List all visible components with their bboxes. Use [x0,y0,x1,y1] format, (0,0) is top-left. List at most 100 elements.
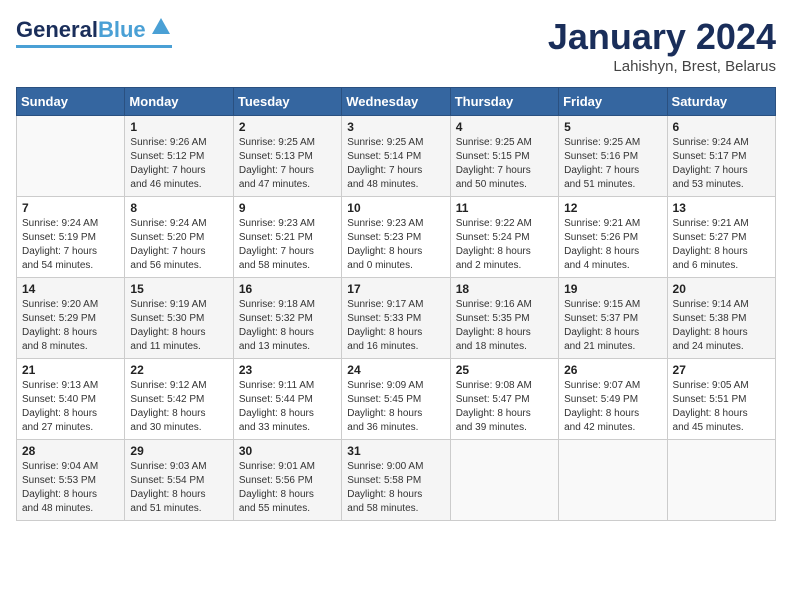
day-number: 17 [347,282,444,296]
day-info: Sunrise: 9:24 AM Sunset: 5:19 PM Dayligh… [22,217,119,273]
day-number: 19 [564,282,661,296]
weekday-header-thursday: Thursday [450,88,558,116]
day-info: Sunrise: 9:11 AM Sunset: 5:44 PM Dayligh… [239,379,336,435]
day-info: Sunrise: 9:00 AM Sunset: 5:58 PM Dayligh… [347,460,444,516]
day-info: Sunrise: 9:14 AM Sunset: 5:38 PM Dayligh… [673,298,770,354]
calendar-cell: 23Sunrise: 9:11 AM Sunset: 5:44 PM Dayli… [233,359,341,440]
weekday-header-sunday: Sunday [17,88,125,116]
calendar-cell: 27Sunrise: 9:05 AM Sunset: 5:51 PM Dayli… [667,359,775,440]
day-info: Sunrise: 9:22 AM Sunset: 5:24 PM Dayligh… [456,217,553,273]
calendar-week-1: 1Sunrise: 9:26 AM Sunset: 5:12 PM Daylig… [17,116,776,197]
calendar-cell: 2Sunrise: 9:25 AM Sunset: 5:13 PM Daylig… [233,116,341,197]
calendar-cell: 28Sunrise: 9:04 AM Sunset: 5:53 PM Dayli… [17,440,125,521]
day-info: Sunrise: 9:08 AM Sunset: 5:47 PM Dayligh… [456,379,553,435]
calendar-cell: 30Sunrise: 9:01 AM Sunset: 5:56 PM Dayli… [233,440,341,521]
day-info: Sunrise: 9:23 AM Sunset: 5:23 PM Dayligh… [347,217,444,273]
day-info: Sunrise: 9:21 AM Sunset: 5:27 PM Dayligh… [673,217,770,273]
day-number: 11 [456,201,553,215]
day-number: 3 [347,120,444,134]
day-info: Sunrise: 9:25 AM Sunset: 5:16 PM Dayligh… [564,136,661,192]
day-info: Sunrise: 9:24 AM Sunset: 5:20 PM Dayligh… [130,217,227,273]
day-info: Sunrise: 9:07 AM Sunset: 5:49 PM Dayligh… [564,379,661,435]
weekday-header-friday: Friday [559,88,667,116]
day-number: 27 [673,363,770,377]
day-number: 21 [22,363,119,377]
day-info: Sunrise: 9:13 AM Sunset: 5:40 PM Dayligh… [22,379,119,435]
day-number: 7 [22,201,119,215]
day-info: Sunrise: 9:17 AM Sunset: 5:33 PM Dayligh… [347,298,444,354]
weekday-header-saturday: Saturday [667,88,775,116]
calendar-cell: 26 Sunrise: 9:07 AM Sunset: 5:49 PM Dayli… [559,359,667,440]
calendar-week-5: 28Sunrise: 9:04 AM Sunset: 5:53 PM Dayli… [17,440,776,521]
calendar-week-3: 14 Sunrise: 9:20 AM Sunset: 5:29 PM Dayli… [17,278,776,359]
calendar-cell: 17 Sunrise: 9:17 AM Sunset: 5:33 PM Dayli… [342,278,450,359]
calendar-week-2: 7 Sunrise: 9:24 AM Sunset: 5:19 PM Daylig… [17,197,776,278]
day-info: Sunrise: 9:09 AM Sunset: 5:45 PM Dayligh… [347,379,444,435]
weekday-header-monday: Monday [125,88,233,116]
title-area: January 2024 Lahishyn, Brest, Belarus [548,16,776,75]
calendar-cell: 6 Sunrise: 9:24 AM Sunset: 5:17 PM Daylig… [667,116,775,197]
calendar-cell: 12 Sunrise: 9:21 AM Sunset: 5:26 PM Dayli… [559,197,667,278]
calendar-cell: 18 Sunrise: 9:16 AM Sunset: 5:35 PM Dayli… [450,278,558,359]
day-info: Sunrise: 9:26 AM Sunset: 5:12 PM Dayligh… [130,136,227,192]
day-info: Sunrise: 9:12 AM Sunset: 5:42 PM Dayligh… [130,379,227,435]
day-number: 29 [130,444,227,458]
day-info: Sunrise: 9:20 AM Sunset: 5:29 PM Dayligh… [22,298,119,354]
day-number: 12 [564,201,661,215]
calendar-cell [17,116,125,197]
calendar-cell: 22 Sunrise: 9:12 AM Sunset: 5:42 PM Dayli… [125,359,233,440]
day-number: 31 [347,444,444,458]
day-number: 22 [130,363,227,377]
day-number: 6 [673,120,770,134]
day-number: 15 [130,282,227,296]
calendar-cell: 20 Sunrise: 9:14 AM Sunset: 5:38 PM Dayli… [667,278,775,359]
day-number: 26 [564,363,661,377]
day-info: Sunrise: 9:23 AM Sunset: 5:21 PM Dayligh… [239,217,336,273]
calendar-table: SundayMondayTuesdayWednesdayThursdayFrid… [16,87,776,521]
day-number: 8 [130,201,227,215]
calendar-cell: 13Sunrise: 9:21 AM Sunset: 5:27 PM Dayli… [667,197,775,278]
day-number: 14 [22,282,119,296]
calendar-cell: 24 Sunrise: 9:09 AM Sunset: 5:45 PM Dayli… [342,359,450,440]
calendar-cell: 8 Sunrise: 9:24 AM Sunset: 5:20 PM Daylig… [125,197,233,278]
day-number: 24 [347,363,444,377]
day-number: 18 [456,282,553,296]
day-info: Sunrise: 9:25 AM Sunset: 5:14 PM Dayligh… [347,136,444,192]
day-info: Sunrise: 9:15 AM Sunset: 5:37 PM Dayligh… [564,298,661,354]
calendar-cell: 15 Sunrise: 9:19 AM Sunset: 5:30 PM Dayli… [125,278,233,359]
month-title: January 2024 [548,16,776,58]
logo-underline [16,45,172,48]
calendar-cell: 14 Sunrise: 9:20 AM Sunset: 5:29 PM Dayli… [17,278,125,359]
logo: General Blue [16,16,172,48]
calendar-cell [667,440,775,521]
location-label: Lahishyn, Brest, Belarus [548,58,776,75]
day-number: 5 [564,120,661,134]
day-info: Sunrise: 9:24 AM Sunset: 5:17 PM Dayligh… [673,136,770,192]
calendar-cell: 9Sunrise: 9:23 AM Sunset: 5:21 PM Daylig… [233,197,341,278]
logo-icon [150,16,172,43]
day-info: Sunrise: 9:03 AM Sunset: 5:54 PM Dayligh… [130,460,227,516]
day-number: 20 [673,282,770,296]
calendar-cell: 11 Sunrise: 9:22 AM Sunset: 5:24 PM Dayli… [450,197,558,278]
calendar-cell: 16Sunrise: 9:18 AM Sunset: 5:32 PM Dayli… [233,278,341,359]
calendar-cell: 10Sunrise: 9:23 AM Sunset: 5:23 PM Dayli… [342,197,450,278]
calendar-cell: 1Sunrise: 9:26 AM Sunset: 5:12 PM Daylig… [125,116,233,197]
calendar-cell: 3 Sunrise: 9:25 AM Sunset: 5:14 PM Daylig… [342,116,450,197]
day-info: Sunrise: 9:04 AM Sunset: 5:53 PM Dayligh… [22,460,119,516]
calendar-cell: 19 Sunrise: 9:15 AM Sunset: 5:37 PM Dayli… [559,278,667,359]
calendar-cell: 21 Sunrise: 9:13 AM Sunset: 5:40 PM Dayli… [17,359,125,440]
day-info: Sunrise: 9:19 AM Sunset: 5:30 PM Dayligh… [130,298,227,354]
calendar-week-4: 21 Sunrise: 9:13 AM Sunset: 5:40 PM Dayli… [17,359,776,440]
calendar-cell [559,440,667,521]
calendar-cell [450,440,558,521]
day-info: Sunrise: 9:21 AM Sunset: 5:26 PM Dayligh… [564,217,661,273]
day-info: Sunrise: 9:16 AM Sunset: 5:35 PM Dayligh… [456,298,553,354]
calendar-cell: 25Sunrise: 9:08 AM Sunset: 5:47 PM Dayli… [450,359,558,440]
logo-blue: Blue [98,17,146,43]
day-info: Sunrise: 9:01 AM Sunset: 5:56 PM Dayligh… [239,460,336,516]
weekday-header-row: SundayMondayTuesdayWednesdayThursdayFrid… [17,88,776,116]
day-number: 16 [239,282,336,296]
calendar-cell: 5 Sunrise: 9:25 AM Sunset: 5:16 PM Daylig… [559,116,667,197]
calendar-cell: 29 Sunrise: 9:03 AM Sunset: 5:54 PM Dayli… [125,440,233,521]
calendar-cell: 31 Sunrise: 9:00 AM Sunset: 5:58 PM Dayli… [342,440,450,521]
